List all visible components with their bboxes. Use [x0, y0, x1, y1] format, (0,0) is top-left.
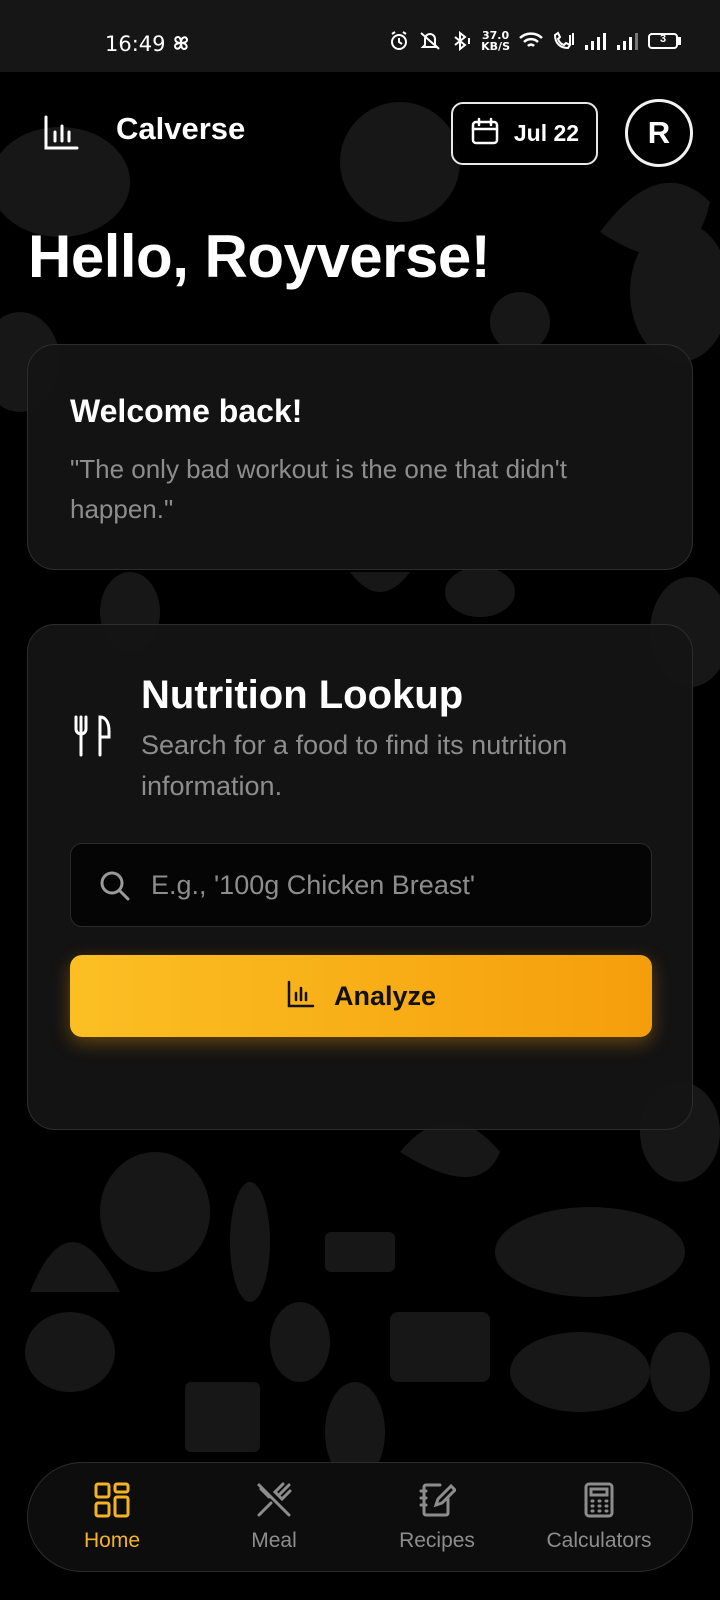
nutrition-subtitle: Search for a food to find its nutrition … [141, 730, 568, 801]
alarm-icon [391, 31, 408, 50]
analyze-button[interactable]: Analyze [70, 955, 652, 1037]
profile-avatar[interactable]: R [625, 99, 693, 167]
nav-calculators[interactable]: Calculators [524, 1481, 674, 1553]
bar-chart-icon [286, 979, 316, 1014]
grid-icon [37, 1481, 187, 1519]
nutrition-lookup-card: Nutrition Lookup Search for a food to fi… [27, 624, 693, 1130]
battery-icon: 3 [648, 32, 682, 50]
nav-label-recipes: Recipes [399, 1529, 475, 1552]
bluetooth-icon [454, 31, 471, 51]
greeting-heading: Hello, Royverse! [28, 223, 491, 290]
app-title: Calverse [116, 111, 246, 146]
food-search-field[interactable] [70, 843, 652, 927]
fork-knife-icon [70, 713, 114, 762]
utensils-crossed-icon [199, 1481, 349, 1519]
nav-label-meal: Meal [251, 1529, 297, 1552]
notebook-pen-icon [362, 1481, 512, 1519]
mute-icon [420, 32, 440, 50]
calculator-icon [524, 1481, 674, 1519]
bottom-navigation: Home Meal Recipes Calculators [27, 1462, 693, 1572]
nav-home[interactable]: Home [37, 1481, 187, 1553]
food-search-input[interactable] [151, 844, 631, 926]
status-icons: 37.0 KB/S 3 [389, 30, 682, 52]
nav-meal[interactable]: Meal [199, 1481, 349, 1553]
pinwheel-icon [170, 32, 192, 59]
analyze-label: Analyze [333, 980, 437, 1011]
nav-label-calculators: Calculators [546, 1529, 652, 1552]
status-time: 16:49 [105, 32, 166, 56]
calendar-icon [470, 116, 500, 151]
battery-level: 3 [659, 33, 667, 45]
status-bar: 16:49 37.0 KB/S 3 [0, 0, 720, 72]
welcome-title: Welcome back! [70, 393, 303, 429]
nav-recipes[interactable]: Recipes [362, 1481, 512, 1553]
wifi-icon [519, 32, 543, 47]
wifi-call-icon [553, 31, 574, 50]
date-label: Jul 22 [513, 120, 580, 146]
nav-label-home: Home [83, 1529, 141, 1552]
network-speed: 37.0 KB/S [481, 30, 510, 52]
search-icon [99, 870, 131, 907]
date-picker-button[interactable]: Jul 22 [451, 102, 598, 165]
signal-icon-2 [617, 33, 638, 50]
welcome-card: Welcome back! "The only bad workout is t… [27, 344, 693, 570]
nutrition-title: Nutrition Lookup [141, 673, 464, 717]
motivational-quote: "The only bad workout is the one that di… [70, 454, 567, 524]
bar-chart-logo-icon [42, 114, 80, 157]
speed-unit: KB/S [481, 40, 510, 53]
signal-icon [585, 33, 606, 50]
